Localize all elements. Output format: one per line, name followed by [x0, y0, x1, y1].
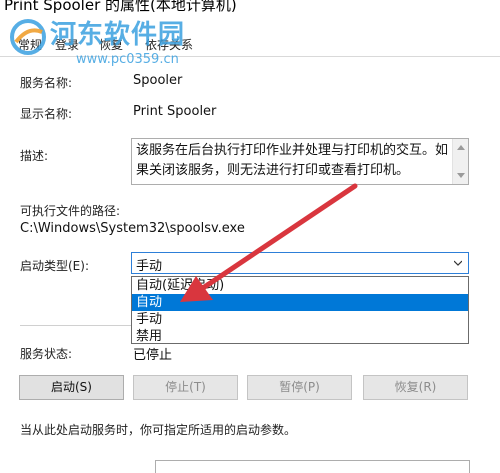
watermark-url: www.pc0359.cn — [76, 52, 179, 67]
watermark: 河东软件园 www.pc0359.cn — [0, 8, 240, 72]
display-name-value: Print Spooler — [133, 104, 217, 119]
startup-type-dropdown-list: 自动(延迟启动) 自动 手动 禁用 — [131, 276, 469, 344]
chevron-down-icon — [454, 260, 462, 266]
service-status-value: 已停止 — [133, 348, 173, 363]
dropdown-option-auto-delayed[interactable]: 自动(延迟启动) — [132, 277, 468, 294]
pause-button[interactable]: 暂停(P) — [247, 375, 352, 400]
stop-button[interactable]: 停止(T) — [133, 375, 238, 400]
dropdown-option-disabled[interactable]: 禁用 — [132, 328, 468, 345]
dropdown-option-auto[interactable]: 自动 — [132, 294, 468, 311]
description-box[interactable]: 该服务在后台执行打印作业并处理与打印机的交互。如果关闭该服务，则无法进行打印或查… — [131, 138, 469, 185]
startup-type-select[interactable]: 手动 — [131, 252, 469, 274]
start-button[interactable]: 启动(S) — [19, 375, 124, 400]
startup-type-selected-value: 手动 — [136, 259, 163, 274]
resume-button[interactable]: 恢复(R) — [363, 375, 468, 400]
display-name-label: 显示名称: — [20, 107, 73, 121]
start-parameters-input[interactable] — [155, 460, 470, 473]
start-params-hint: 当从此处启动服务时，你可指定所适用的启动参数。 — [20, 423, 297, 437]
dropdown-option-manual[interactable]: 手动 — [132, 311, 468, 328]
scroll-down-icon[interactable] — [457, 173, 465, 178]
service-name-label: 服务名称: — [20, 76, 73, 90]
service-name-value: Spooler — [133, 73, 183, 88]
exe-path-label: 可执行文件的路径: — [20, 204, 121, 218]
service-status-label: 服务状态: — [20, 347, 73, 361]
startup-type-label: 启动类型(E): — [20, 259, 89, 273]
scroll-up-icon[interactable] — [457, 145, 465, 150]
watermark-logo-icon — [10, 19, 46, 55]
exe-path-value: C:\Windows\System32\spoolsv.exe — [20, 221, 245, 236]
description-scrollbar[interactable] — [452, 139, 468, 184]
description-label: 描述: — [20, 149, 49, 163]
description-text: 该服务在后台执行打印作业并处理与打印机的交互。如果关闭该服务，则无法进行打印或查… — [136, 143, 449, 178]
watermark-name: 河东软件园 — [50, 20, 186, 50]
